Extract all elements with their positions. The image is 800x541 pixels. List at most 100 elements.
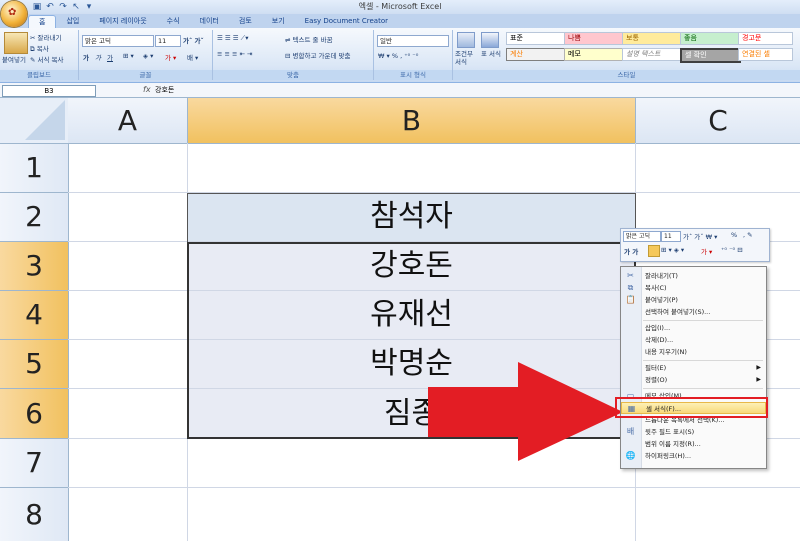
paste-button[interactable]: 붙여넣기 bbox=[2, 54, 26, 64]
font-color-icon[interactable]: 가 ▾ bbox=[165, 52, 176, 62]
menu-item-paste[interactable]: 📋 붙여넣기(P) bbox=[621, 294, 766, 306]
conditional-format-icon[interactable] bbox=[457, 32, 475, 48]
style-calculation[interactable]: 계산 bbox=[506, 48, 565, 61]
styles-group: 조건부 서식 표 서식 표준 나쁨 보통 좋음 경고문 계산 메모 설명 텍스트… bbox=[453, 30, 800, 80]
menu-item-filter[interactable]: 필터(E) ▶ bbox=[621, 362, 766, 374]
style-normal[interactable]: 표준 bbox=[506, 32, 565, 45]
mini-percent-icon[interactable]: % bbox=[731, 231, 737, 239]
menu-item-hyperlink[interactable]: 🌐 하이퍼링크(H)... bbox=[621, 450, 766, 462]
menu-item-define-name[interactable]: 범위 이름 지정(R)... bbox=[621, 438, 766, 450]
clipboard-group: 붙여넣기 ✂ 잘라내기 ⧉ 복사 ✎ 서식 복사 클립보드 bbox=[0, 30, 79, 80]
tab-formulas[interactable]: 수식 bbox=[157, 15, 190, 28]
row-header-4[interactable]: 4 bbox=[0, 291, 69, 340]
row-header-2[interactable]: 2 bbox=[0, 193, 69, 242]
cell-b3[interactable]: 강호돈 bbox=[188, 242, 635, 290]
mini-decimal-icon[interactable]: ⁺⁰ ⁻⁰ ⊟ bbox=[721, 246, 743, 254]
column-header-b[interactable]: B bbox=[188, 98, 636, 144]
underline-icon[interactable]: 가 bbox=[107, 52, 113, 62]
mini-border-icon[interactable]: ⊞ ▾ ◈ ▾ bbox=[661, 246, 684, 254]
mini-format-painter-icon[interactable]: , ✎ bbox=[743, 231, 753, 239]
mini-font-select[interactable]: 맑은 고딕 bbox=[623, 231, 661, 242]
align-top-icon[interactable]: ☰ ☰ ☰ ⟋▾ bbox=[217, 34, 249, 43]
cell-b2[interactable]: 참석자 bbox=[188, 193, 635, 241]
paste-icon[interactable] bbox=[4, 32, 28, 54]
tab-review[interactable]: 검토 bbox=[229, 15, 262, 28]
menu-item-copy[interactable]: ⧉ 복사(C) bbox=[621, 282, 766, 294]
align-left-icon[interactable]: ≡ ≡ ≡ ⇤ ⇥ bbox=[217, 50, 253, 58]
formula-input[interactable]: 강호돈 bbox=[155, 85, 174, 95]
row-header-6[interactable]: 6 bbox=[0, 389, 69, 439]
mini-size-select[interactable]: 11 bbox=[661, 231, 681, 242]
tab-home[interactable]: 홈 bbox=[28, 15, 57, 29]
menu-item-label: 붙여넣기(P) bbox=[645, 296, 678, 304]
style-check-cell[interactable]: 셀 확인 bbox=[680, 48, 741, 63]
office-logo-icon: ✿ bbox=[8, 7, 17, 18]
conditional-format-button[interactable]: 조건부 서식 bbox=[455, 50, 479, 66]
menu-item-label: 하이퍼링크(H)... bbox=[645, 452, 692, 460]
row-header-3[interactable]: 3 bbox=[0, 242, 69, 291]
menu-item-insert[interactable]: 삽입(I)... bbox=[621, 322, 766, 334]
menu-item-cut[interactable]: ✂ 잘라내기(T) bbox=[621, 270, 766, 282]
format-painter-label: 서식 복사 bbox=[37, 56, 64, 64]
mini-align-center-icon[interactable] bbox=[648, 245, 660, 257]
font-size-select[interactable]: 11 bbox=[155, 35, 181, 47]
font-name-select[interactable]: 맑은 고딕 bbox=[82, 35, 154, 47]
menu-item-clear-contents[interactable]: 내용 지우기(N) bbox=[621, 346, 766, 358]
column-header-c[interactable]: C bbox=[636, 98, 800, 144]
fill-color-icon[interactable]: ◈ ▾ bbox=[143, 52, 153, 60]
style-note[interactable]: 메모 bbox=[564, 48, 623, 61]
select-all-corner[interactable] bbox=[0, 98, 69, 144]
border-icon[interactable]: ⊞ ▾ bbox=[123, 52, 134, 60]
style-bad[interactable]: 나쁨 bbox=[564, 32, 623, 45]
insert-function-icon[interactable]: fx bbox=[143, 85, 151, 94]
row-header-8[interactable]: 8 bbox=[0, 488, 69, 541]
style-good[interactable]: 좋음 bbox=[680, 32, 739, 45]
menu-item-paste-special[interactable]: 선택하여 붙여넣기(S)... bbox=[621, 306, 766, 318]
style-linked-cell[interactable]: 연결된 셀 bbox=[738, 48, 793, 61]
copy-label: 복사 bbox=[36, 45, 49, 53]
row-header-5[interactable]: 5 bbox=[0, 340, 69, 389]
format-painter-button[interactable]: ✎ 서식 복사 bbox=[30, 54, 64, 64]
menu-separator bbox=[643, 388, 763, 389]
copy-button[interactable]: ⧉ 복사 bbox=[30, 43, 49, 54]
mini-font-color-icon[interactable]: 가 ▾ bbox=[701, 246, 712, 256]
tab-easy-document-creator[interactable]: Easy Document Creator bbox=[295, 15, 398, 28]
row-header-7[interactable]: 7 bbox=[0, 439, 69, 488]
menu-item-show-phonetic[interactable]: 배 윗주 필드 표시(S) bbox=[621, 426, 766, 438]
hyperlink-icon: 🌐 bbox=[625, 451, 636, 460]
tab-page-layout[interactable]: 페이지 레이아웃 bbox=[89, 15, 156, 28]
number-group-label: 표시 형식 bbox=[374, 70, 452, 80]
number-format-select[interactable]: 일반 bbox=[377, 35, 449, 47]
table-format-icon[interactable] bbox=[481, 32, 499, 48]
mini-grow-font-icon[interactable]: 가ˆ 가ˇ ₩ ▾ bbox=[683, 231, 717, 241]
formula-bar bbox=[0, 83, 800, 98]
tab-data[interactable]: 데이터 bbox=[190, 15, 229, 28]
tab-view[interactable]: 보기 bbox=[262, 15, 295, 28]
tab-insert[interactable]: 삽입 bbox=[56, 15, 89, 28]
mini-bold-icon[interactable]: 가 가 bbox=[624, 246, 638, 256]
highlight-box bbox=[615, 397, 768, 418]
table-format-button[interactable]: 표 서식 bbox=[481, 50, 501, 58]
menu-item-label: 내용 지우기(N) bbox=[645, 348, 687, 356]
style-neutral[interactable]: 보통 bbox=[622, 32, 681, 45]
wrap-text-button[interactable]: ⇌ 텍스트 줄 바꿈 bbox=[285, 34, 333, 44]
currency-icon[interactable]: ₩ ▾ % , ⁺⁰ ⁻⁰ bbox=[378, 52, 418, 60]
italic-icon[interactable]: 가 bbox=[95, 52, 101, 62]
copy-icon: ⧉ bbox=[627, 283, 634, 292]
menu-item-sort[interactable]: 정렬(O) ▶ bbox=[621, 374, 766, 386]
merge-center-button[interactable]: ⊟ 병합하고 가운데 맞춤 bbox=[285, 50, 350, 60]
cell-b4[interactable]: 유재선 bbox=[188, 291, 635, 339]
grow-font-icon[interactable]: 가ˆ 가ˇ bbox=[183, 35, 204, 45]
name-box[interactable]: B3 bbox=[2, 85, 96, 97]
column-header-a[interactable]: A bbox=[68, 98, 188, 144]
cut-button[interactable]: ✂ 잘라내기 bbox=[30, 32, 61, 42]
menu-item-delete[interactable]: 삭제(D)... bbox=[621, 334, 766, 346]
brush-icon: ✎ bbox=[30, 56, 36, 64]
bold-icon[interactable]: 가 bbox=[83, 52, 89, 62]
style-warning[interactable]: 경고문 bbox=[738, 32, 793, 45]
scissors-icon: ✂ bbox=[30, 34, 36, 42]
phonetic-icon[interactable]: 배 ▾ bbox=[187, 52, 198, 62]
office-button[interactable]: ✿ bbox=[1, 1, 27, 27]
style-explanatory[interactable]: 설명 텍스트 bbox=[622, 48, 681, 61]
row-header-1[interactable]: 1 bbox=[0, 144, 69, 193]
